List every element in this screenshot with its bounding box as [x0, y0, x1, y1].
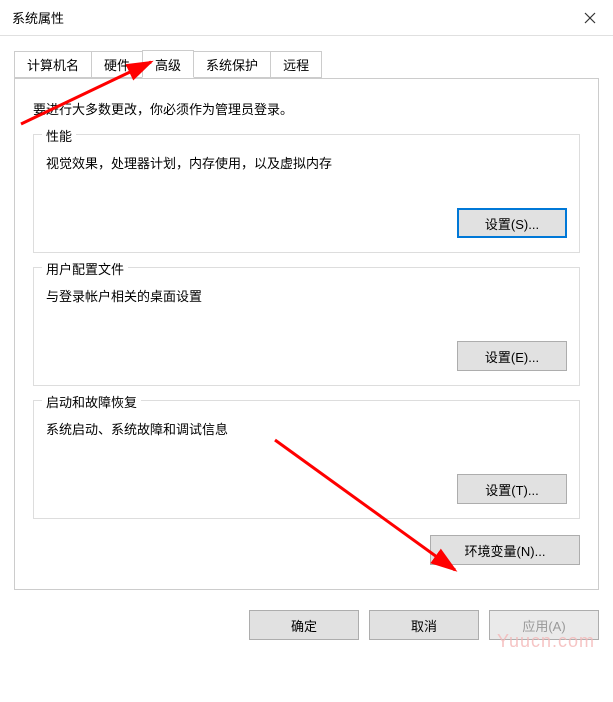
window-title: 系统属性 [12, 8, 64, 27]
performance-settings-button[interactable]: 设置(S)... [457, 208, 567, 238]
apply-button[interactable]: 应用(A) [489, 610, 599, 640]
cancel-button[interactable]: 取消 [369, 610, 479, 640]
tab-system-protection[interactable]: 系统保护 [193, 51, 271, 78]
startup-recovery-settings-button[interactable]: 设置(T)... [457, 474, 567, 504]
startup-recovery-description: 系统启动、系统故障和调试信息 [46, 419, 567, 438]
titlebar: 系统属性 [0, 0, 613, 36]
tab-advanced[interactable]: 高级 [142, 50, 194, 78]
tab-hardware[interactable]: 硬件 [91, 51, 143, 78]
close-button[interactable] [567, 0, 613, 36]
startup-recovery-group: 启动和故障恢复 系统启动、系统故障和调试信息 设置(T)... [33, 400, 580, 519]
performance-title: 性能 [42, 126, 76, 145]
user-profiles-group: 用户配置文件 与登录帐户相关的桌面设置 设置(E)... [33, 267, 580, 386]
user-profiles-description: 与登录帐户相关的桌面设置 [46, 286, 567, 305]
close-icon [584, 12, 596, 24]
dialog-actions: 确定 取消 应用(A) [0, 600, 613, 654]
environment-variables-button[interactable]: 环境变量(N)... [430, 535, 580, 565]
performance-group: 性能 视觉效果，处理器计划，内存使用，以及虚拟内存 设置(S)... [33, 134, 580, 253]
user-profiles-title: 用户配置文件 [42, 259, 128, 278]
advanced-panel: 要进行大多数更改，你必须作为管理员登录。 性能 视觉效果，处理器计划，内存使用，… [14, 78, 599, 590]
tab-strip: 计算机名 硬件 高级 系统保护 远程 [14, 50, 599, 78]
user-profiles-settings-button[interactable]: 设置(E)... [457, 341, 567, 371]
performance-description: 视觉效果，处理器计划，内存使用，以及虚拟内存 [46, 153, 567, 172]
tab-remote[interactable]: 远程 [270, 51, 322, 78]
intro-text: 要进行大多数更改，你必须作为管理员登录。 [33, 99, 580, 118]
tab-computer-name[interactable]: 计算机名 [14, 51, 92, 78]
startup-recovery-title: 启动和故障恢复 [42, 392, 141, 411]
dialog-content: 计算机名 硬件 高级 系统保护 远程 要进行大多数更改，你必须作为管理员登录。 … [0, 36, 613, 600]
ok-button[interactable]: 确定 [249, 610, 359, 640]
